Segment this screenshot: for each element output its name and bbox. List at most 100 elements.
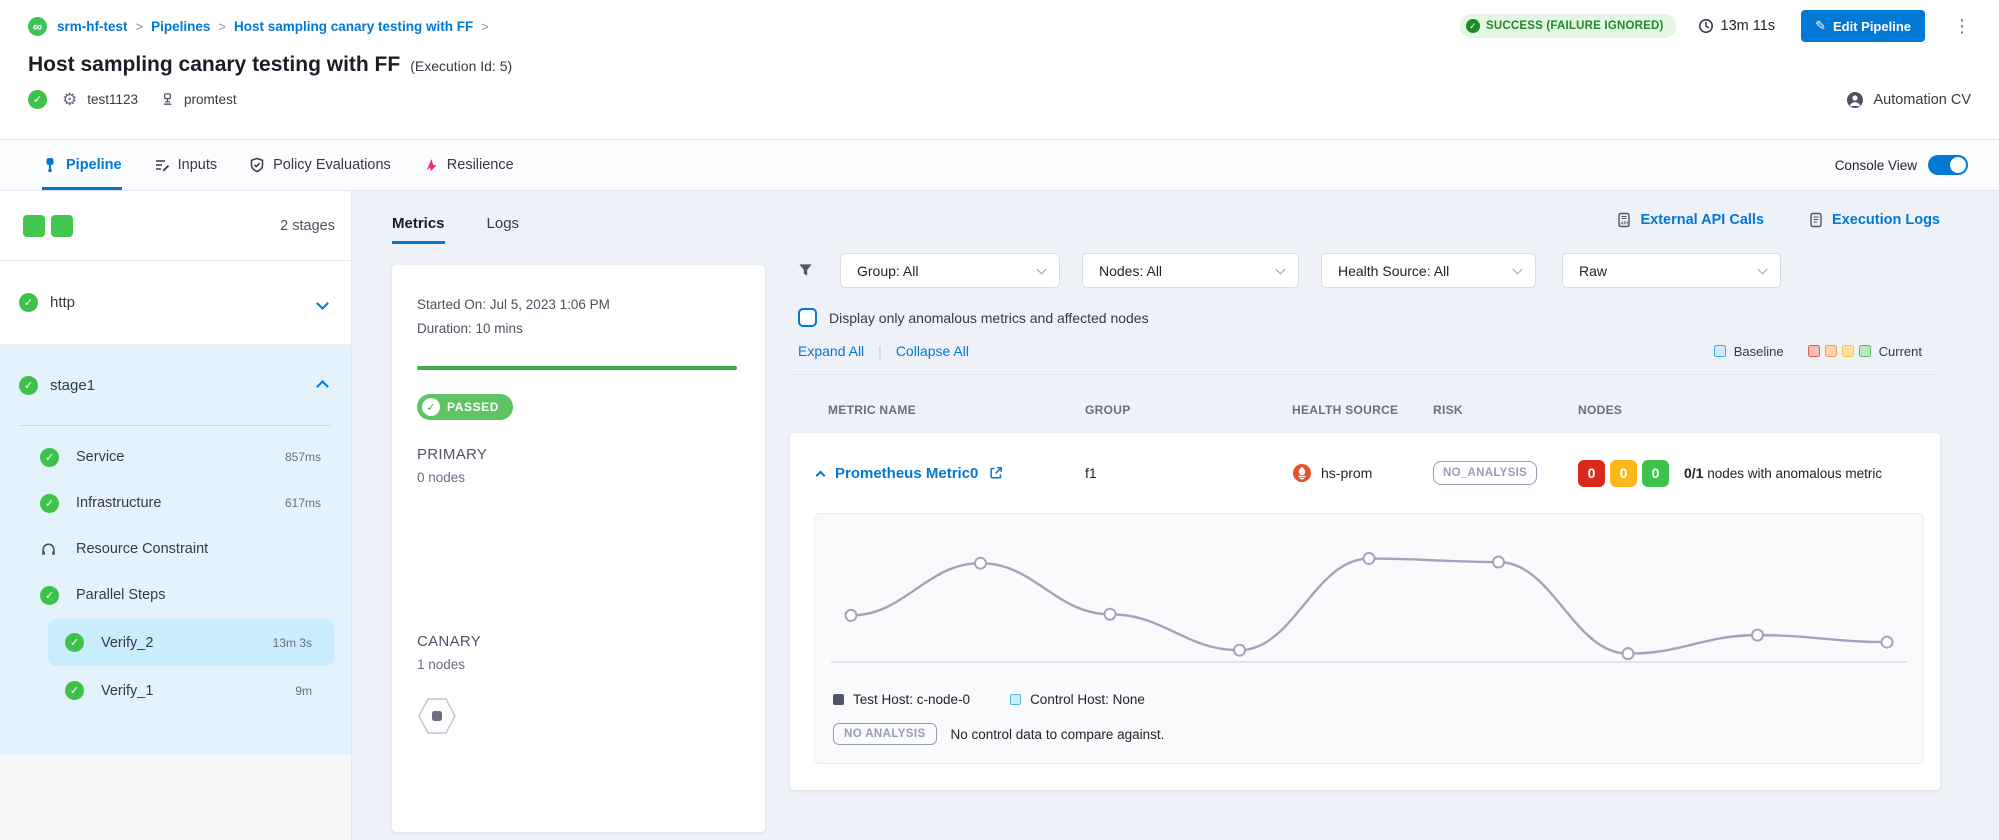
health-source-name: hs-prom xyxy=(1321,465,1372,481)
risk-yellow-swatch xyxy=(1842,345,1854,357)
sidebar-stage-http[interactable]: http xyxy=(0,261,351,345)
chevron-up-icon[interactable] xyxy=(318,377,327,394)
anomalous-nodes-text: 0/1 nodes with anomalous metric xyxy=(1684,463,1882,484)
execution-sidebar: 2 stages http stage1 Service 857ms xyxy=(0,191,352,840)
health-source-filter-dropdown[interactable]: Health Source: All xyxy=(1321,253,1536,288)
tab-inputs[interactable]: Inputs xyxy=(154,140,218,190)
tab-resilience-label: Resilience xyxy=(447,157,514,173)
tab-pipeline-label: Pipeline xyxy=(66,157,122,173)
metrics-panel: API External API Calls Execution Logs Gr… xyxy=(790,191,1999,840)
success-check-icon xyxy=(40,448,59,467)
page-title: Host sampling canary testing with FF xyxy=(28,53,400,77)
app-root: srm-hf-test Pipelines Host sampling cana… xyxy=(0,0,1999,840)
nodes-filter-dropdown[interactable]: Nodes: All xyxy=(1082,253,1299,288)
canary-group-label: CANARY xyxy=(417,633,737,650)
execution-logs-link[interactable]: Execution Logs xyxy=(1808,212,1940,228)
success-check-icon xyxy=(40,494,59,513)
harness-logo-icon xyxy=(28,17,47,36)
environment-name[interactable]: promtest xyxy=(184,92,237,107)
risk-red-swatch xyxy=(1808,345,1820,357)
metric-name-link[interactable]: Prometheus Metric0 xyxy=(835,465,978,482)
sidebar-step-resource-constraint[interactable]: Resource Constraint xyxy=(0,526,351,572)
service-name[interactable]: test1123 xyxy=(87,92,138,107)
expand-collapse-row: Expand All Collapse All Baseline Current xyxy=(790,343,1940,359)
sidebar-stage-stage1[interactable]: stage1 xyxy=(0,345,351,425)
execution-id: (Execution Id: 5) xyxy=(410,58,512,74)
sidebar-step-parallel-steps[interactable]: Parallel Steps xyxy=(0,572,351,618)
inputs-icon xyxy=(154,157,170,173)
sidebar-step-verify-1[interactable]: Verify_1 9m xyxy=(48,667,334,714)
page-header: srm-hf-test Pipelines Host sampling cana… xyxy=(0,0,1999,139)
breadcrumb-separator xyxy=(136,19,144,34)
baseline-legend-label: Baseline xyxy=(1734,344,1784,359)
success-check-icon xyxy=(65,633,84,652)
group-filter-value: Group: All xyxy=(857,263,918,279)
breadcrumb-pipeline-name[interactable]: Host sampling canary testing with FF xyxy=(234,19,473,34)
service-status-icon xyxy=(28,90,47,109)
data-mode-dropdown[interactable]: Raw xyxy=(1562,253,1781,288)
triggered-by-user: Automation CV xyxy=(1846,91,1971,109)
sidebar-step-verify-2[interactable]: Verify_2 13m 3s xyxy=(48,619,334,666)
duration-text: Duration: 10 mins xyxy=(417,321,737,336)
column-risk: RISK xyxy=(1433,403,1578,417)
breadcrumb-project[interactable]: srm-hf-test xyxy=(57,19,128,34)
no-analysis-row: NO ANALYSIS No control data to compare a… xyxy=(829,723,1909,745)
health-source-cell: hs-prom xyxy=(1292,463,1433,483)
user-name: Automation CV xyxy=(1873,92,1971,108)
baseline-legend-swatch xyxy=(1714,345,1726,357)
current-legend-label: Current xyxy=(1879,344,1922,359)
external-api-calls-link[interactable]: API External API Calls xyxy=(1616,212,1764,228)
sidebar-step-service[interactable]: Service 857ms xyxy=(0,434,351,480)
breadcrumb-row: srm-hf-test Pipelines Host sampling cana… xyxy=(28,10,1971,42)
edit-pipeline-button[interactable]: Edit Pipeline xyxy=(1801,10,1925,42)
step-duration: 9m xyxy=(295,684,312,698)
log-links-row: API External API Calls Execution Logs xyxy=(790,212,1940,228)
main-content: 2 stages http stage1 Service 857ms xyxy=(0,191,1999,840)
chevron-down-icon xyxy=(1758,264,1768,274)
tab-logs[interactable]: Logs xyxy=(487,215,520,244)
stage-status-square xyxy=(51,215,73,237)
gear-icon xyxy=(62,91,77,108)
chevron-down-icon[interactable] xyxy=(318,295,327,311)
collapse-all-link[interactable]: Collapse All xyxy=(896,343,969,359)
chevron-down-icon xyxy=(1276,264,1286,274)
breadcrumb-pipelines[interactable]: Pipelines xyxy=(151,19,210,34)
stage1-section: stage1 Service 857ms Infrastructure 617m… xyxy=(0,345,351,755)
metric-row: Prometheus Metric0 f1 hs-prom NO_ANALYSI… xyxy=(790,433,1940,513)
sidebar-step-infrastructure[interactable]: Infrastructure 617ms xyxy=(0,480,351,526)
current-legend-swatches xyxy=(1808,345,1871,357)
canary-node-hexagon[interactable] xyxy=(417,698,737,737)
console-view-toggle[interactable] xyxy=(1928,155,1968,175)
header-actions: SUCCESS (FAILURE IGNORED) 13m 11s Edit P… xyxy=(1460,10,1971,42)
nodes-filter-value: Nodes: All xyxy=(1099,263,1162,279)
expand-all-link[interactable]: Expand All xyxy=(798,343,864,359)
passed-status-badge: PASSED xyxy=(417,394,513,420)
elapsed-time: 13m 11s xyxy=(1698,18,1776,34)
collapse-metric-chevron[interactable] xyxy=(816,470,826,480)
step-duration: 13m 3s xyxy=(273,636,312,650)
tab-metrics[interactable]: Metrics xyxy=(392,215,445,244)
success-check-icon xyxy=(65,681,84,700)
metric-line-chart[interactable] xyxy=(829,528,1909,678)
tab-resilience[interactable]: Resilience xyxy=(423,140,514,190)
status-badge-label: SUCCESS (FAILURE IGNORED) xyxy=(1486,20,1664,32)
divider xyxy=(878,343,882,359)
column-group: GROUP xyxy=(1085,403,1292,417)
group-filter-dropdown[interactable]: Group: All xyxy=(840,253,1060,288)
anomalous-only-checkbox[interactable] xyxy=(798,308,817,327)
metrics-table-header: METRIC NAME GROUP HEALTH SOURCE RISK NOD… xyxy=(790,403,1940,417)
yellow-node-count: 0 xyxy=(1610,460,1637,487)
external-link-icon[interactable] xyxy=(989,466,1003,480)
step-label: Verify_1 xyxy=(101,683,153,699)
stage-status-square xyxy=(23,215,45,237)
nodes-cell: 0 0 0 0/1 nodes with anomalous metric xyxy=(1578,460,1940,487)
tab-pipeline[interactable]: Pipeline xyxy=(42,140,122,190)
step-label: Infrastructure xyxy=(76,495,161,511)
stage-stage1-label: stage1 xyxy=(50,377,95,394)
test-host-legend: Test Host: c-node-0 xyxy=(833,692,970,707)
tab-policy-evaluations[interactable]: Policy Evaluations xyxy=(249,140,391,190)
anomalous-filter-row: Display only anomalous metrics and affec… xyxy=(790,308,1940,327)
filter-funnel-icon[interactable] xyxy=(798,263,813,278)
more-options-menu[interactable] xyxy=(1953,16,1971,37)
green-node-count: 0 xyxy=(1642,460,1669,487)
